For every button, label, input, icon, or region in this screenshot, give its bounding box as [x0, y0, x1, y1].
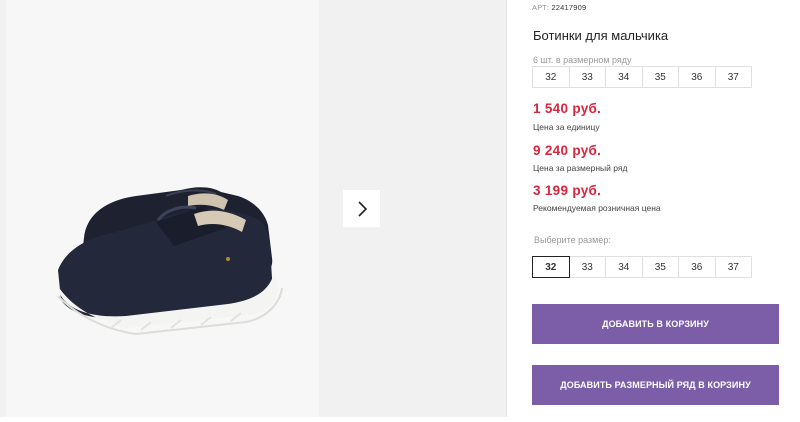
- size-option[interactable]: 37: [714, 256, 752, 278]
- choose-size-label: Выберите размер:: [534, 235, 611, 245]
- pack-size-row: 32 33 34 35 36 37: [532, 66, 752, 88]
- article-label: АРТ:: [532, 3, 550, 12]
- product-gallery: [0, 0, 506, 417]
- size-option[interactable]: 34: [605, 256, 643, 278]
- size-option[interactable]: 35: [641, 256, 679, 278]
- size-option[interactable]: 33: [568, 256, 606, 278]
- next-image-button[interactable]: [343, 190, 380, 227]
- size-option-selected[interactable]: 32: [532, 256, 570, 278]
- chevron-right-icon: [357, 200, 367, 217]
- shoes-image: [56, 187, 283, 336]
- add-pack-to-cart-button[interactable]: Добавить размерный ряд в корзину: [532, 365, 779, 405]
- pack-size: 33: [568, 66, 606, 88]
- article-value: 22417909: [551, 3, 587, 12]
- pack-size: 35: [641, 66, 679, 88]
- pack-note: 6 шт. в размерном ряду: [533, 55, 632, 65]
- product-title: Ботинки для мальчика: [533, 28, 669, 43]
- unit-price: 1 540 руб.: [533, 101, 602, 116]
- retail-price: 3 199 руб.: [533, 183, 602, 198]
- panel-divider: [506, 0, 507, 417]
- retail-price-label: Рекомендуемая розничная цена: [533, 203, 661, 213]
- pack-size: 36: [678, 66, 716, 88]
- article-number: АРТ: 22417909: [532, 3, 586, 12]
- pack-size: 37: [714, 66, 752, 88]
- unit-price-label: Цена за единицу: [533, 122, 600, 132]
- product-photo[interactable]: [6, 0, 319, 417]
- pack-price-label: Цена за размерный ряд: [533, 163, 628, 173]
- size-selector: 32 33 34 35 36 37: [532, 256, 752, 278]
- size-option[interactable]: 36: [678, 256, 716, 278]
- pack-price: 9 240 руб.: [533, 143, 602, 158]
- add-to-cart-button[interactable]: Добавить в корзину: [532, 304, 779, 344]
- pack-size: 32: [532, 66, 570, 88]
- pack-size: 34: [605, 66, 643, 88]
